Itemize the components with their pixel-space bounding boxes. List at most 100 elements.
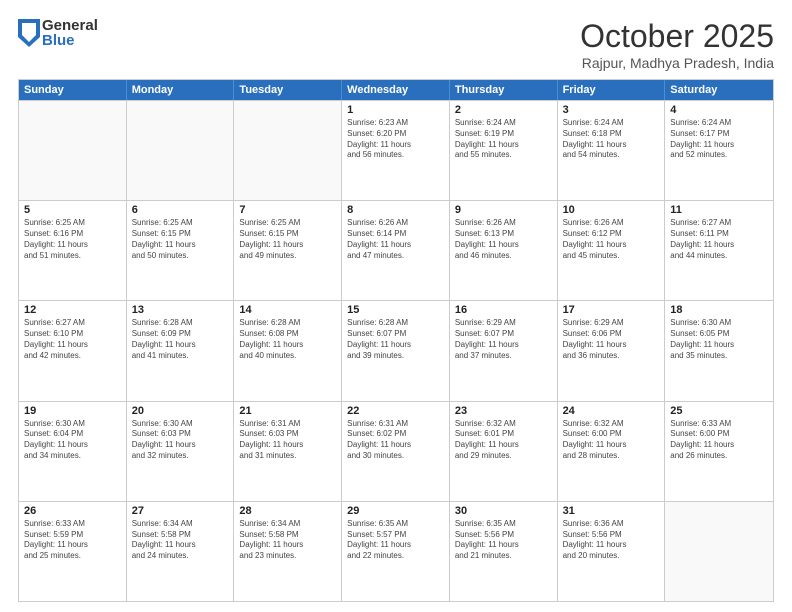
day-number: 30 <box>455 505 552 517</box>
day-number: 31 <box>563 505 660 517</box>
day-number: 8 <box>347 204 444 216</box>
calendar-cell: 26Sunrise: 6:33 AM Sunset: 5:59 PM Dayli… <box>19 502 127 601</box>
cell-info: Sunrise: 6:30 AM Sunset: 6:03 PM Dayligh… <box>132 419 229 462</box>
cell-info: Sunrise: 6:32 AM Sunset: 6:00 PM Dayligh… <box>563 419 660 462</box>
logo-blue-text: Blue <box>42 33 98 48</box>
calendar-cell: 21Sunrise: 6:31 AM Sunset: 6:03 PM Dayli… <box>234 402 342 501</box>
calendar-cell: 14 Sunrise: 6:28 AM Sunset: 6:08 PM Dayli… <box>234 301 342 400</box>
day-number: 12 <box>24 304 121 316</box>
cell-info: Sunrise: 6:36 AM Sunset: 5:56 PM Dayligh… <box>563 519 660 562</box>
day-number: 13 <box>132 304 229 316</box>
day-number: 2 <box>455 104 552 116</box>
header-day-monday: Monday <box>127 80 235 100</box>
calendar-cell: 11 Sunrise: 6:27 AM Sunset: 6:11 PM Dayli… <box>665 201 773 300</box>
cell-info: Sunrise: 6:25 AM Sunset: 6:16 PM Dayligh… <box>24 218 121 261</box>
cell-info: Sunrise: 6:25 AM Sunset: 6:15 PM Dayligh… <box>132 218 229 261</box>
cell-info: Sunrise: 6:35 AM Sunset: 5:57 PM Dayligh… <box>347 519 444 562</box>
calendar-cell: 18 Sunrise: 6:30 AM Sunset: 6:05 PM Dayli… <box>665 301 773 400</box>
calendar-cell: 3 Sunrise: 6:24 AM Sunset: 6:18 PM Daylig… <box>558 101 666 200</box>
calendar-row-4: 19Sunrise: 6:30 AM Sunset: 6:04 PM Dayli… <box>19 401 773 501</box>
calendar-cell: 22Sunrise: 6:31 AM Sunset: 6:02 PM Dayli… <box>342 402 450 501</box>
calendar-cell: 28 Sunrise: 6:34 AM Sunset: 5:58 PM Dayli… <box>234 502 342 601</box>
calendar-row-1: 1 Sunrise: 6:23 AM Sunset: 6:20 PM Daylig… <box>19 100 773 200</box>
calendar-cell: 6Sunrise: 6:25 AM Sunset: 6:15 PM Daylig… <box>127 201 235 300</box>
calendar-cell: 23 Sunrise: 6:32 AM Sunset: 6:01 PM Dayli… <box>450 402 558 501</box>
cell-info: Sunrise: 6:28 AM Sunset: 6:09 PM Dayligh… <box>132 318 229 361</box>
calendar-cell: 25 Sunrise: 6:33 AM Sunset: 6:00 PM Dayli… <box>665 402 773 501</box>
calendar-cell: 17Sunrise: 6:29 AM Sunset: 6:06 PM Dayli… <box>558 301 666 400</box>
calendar-cell: 20 Sunrise: 6:30 AM Sunset: 6:03 PM Dayli… <box>127 402 235 501</box>
calendar-cell: 5 Sunrise: 6:25 AM Sunset: 6:16 PM Daylig… <box>19 201 127 300</box>
cell-info: Sunrise: 6:24 AM Sunset: 6:19 PM Dayligh… <box>455 118 552 161</box>
page: General Blue October 2025 Rajpur, Madhya… <box>0 0 792 612</box>
logo-general-text: General <box>42 18 98 33</box>
day-number: 3 <box>563 104 660 116</box>
cell-info: Sunrise: 6:23 AM Sunset: 6:20 PM Dayligh… <box>347 118 444 161</box>
day-number: 27 <box>132 505 229 517</box>
cell-info: Sunrise: 6:29 AM Sunset: 6:07 PM Dayligh… <box>455 318 552 361</box>
header-day-saturday: Saturday <box>665 80 773 100</box>
cell-info: Sunrise: 6:35 AM Sunset: 5:56 PM Dayligh… <box>455 519 552 562</box>
calendar-cell: 19Sunrise: 6:30 AM Sunset: 6:04 PM Dayli… <box>19 402 127 501</box>
calendar-cell <box>127 101 235 200</box>
calendar-cell: 29Sunrise: 6:35 AM Sunset: 5:57 PM Dayli… <box>342 502 450 601</box>
cell-info: Sunrise: 6:26 AM Sunset: 6:14 PM Dayligh… <box>347 218 444 261</box>
cell-info: Sunrise: 6:27 AM Sunset: 6:11 PM Dayligh… <box>670 218 768 261</box>
header-day-sunday: Sunday <box>19 80 127 100</box>
calendar-cell: 15Sunrise: 6:28 AM Sunset: 6:07 PM Dayli… <box>342 301 450 400</box>
cell-info: Sunrise: 6:32 AM Sunset: 6:01 PM Dayligh… <box>455 419 552 462</box>
day-number: 10 <box>563 204 660 216</box>
day-number: 7 <box>239 204 336 216</box>
calendar-cell: 1 Sunrise: 6:23 AM Sunset: 6:20 PM Daylig… <box>342 101 450 200</box>
cell-info: Sunrise: 6:25 AM Sunset: 6:15 PM Dayligh… <box>239 218 336 261</box>
calendar-cell: 8 Sunrise: 6:26 AM Sunset: 6:14 PM Daylig… <box>342 201 450 300</box>
cell-info: Sunrise: 6:30 AM Sunset: 6:05 PM Dayligh… <box>670 318 768 361</box>
day-number: 15 <box>347 304 444 316</box>
day-number: 14 <box>239 304 336 316</box>
cell-info: Sunrise: 6:28 AM Sunset: 6:08 PM Dayligh… <box>239 318 336 361</box>
cell-info: Sunrise: 6:26 AM Sunset: 6:13 PM Dayligh… <box>455 218 552 261</box>
day-number: 11 <box>670 204 768 216</box>
cell-info: Sunrise: 6:29 AM Sunset: 6:06 PM Dayligh… <box>563 318 660 361</box>
header-day-wednesday: Wednesday <box>342 80 450 100</box>
calendar-body: 1 Sunrise: 6:23 AM Sunset: 6:20 PM Daylig… <box>19 100 773 601</box>
day-number: 4 <box>670 104 768 116</box>
location: Rajpur, Madhya Pradesh, India <box>580 55 774 71</box>
calendar-row-2: 5 Sunrise: 6:25 AM Sunset: 6:16 PM Daylig… <box>19 200 773 300</box>
cell-info: Sunrise: 6:31 AM Sunset: 6:03 PM Dayligh… <box>239 419 336 462</box>
calendar-cell: 10 Sunrise: 6:26 AM Sunset: 6:12 PM Dayli… <box>558 201 666 300</box>
calendar-cell: 4 Sunrise: 6:24 AM Sunset: 6:17 PM Daylig… <box>665 101 773 200</box>
day-number: 23 <box>455 405 552 417</box>
cell-info: Sunrise: 6:26 AM Sunset: 6:12 PM Dayligh… <box>563 218 660 261</box>
calendar-cell: 9 Sunrise: 6:26 AM Sunset: 6:13 PM Daylig… <box>450 201 558 300</box>
calendar-cell: 7 Sunrise: 6:25 AM Sunset: 6:15 PM Daylig… <box>234 201 342 300</box>
calendar-cell: 16 Sunrise: 6:29 AM Sunset: 6:07 PM Dayli… <box>450 301 558 400</box>
day-number: 20 <box>132 405 229 417</box>
cell-info: Sunrise: 6:34 AM Sunset: 5:58 PM Dayligh… <box>239 519 336 562</box>
day-number: 9 <box>455 204 552 216</box>
day-number: 1 <box>347 104 444 116</box>
cell-info: Sunrise: 6:30 AM Sunset: 6:04 PM Dayligh… <box>24 419 121 462</box>
cell-info: Sunrise: 6:24 AM Sunset: 6:17 PM Dayligh… <box>670 118 768 161</box>
cell-info: Sunrise: 6:34 AM Sunset: 5:58 PM Dayligh… <box>132 519 229 562</box>
calendar-cell: 27 Sunrise: 6:34 AM Sunset: 5:58 PM Dayli… <box>127 502 235 601</box>
calendar-cell <box>234 101 342 200</box>
day-number: 18 <box>670 304 768 316</box>
calendar-cell <box>19 101 127 200</box>
day-number: 28 <box>239 505 336 517</box>
calendar-header: SundayMondayTuesdayWednesdayThursdayFrid… <box>19 80 773 100</box>
cell-info: Sunrise: 6:33 AM Sunset: 6:00 PM Dayligh… <box>670 419 768 462</box>
calendar-cell: 24 Sunrise: 6:32 AM Sunset: 6:00 PM Dayli… <box>558 402 666 501</box>
cell-info: Sunrise: 6:24 AM Sunset: 6:18 PM Dayligh… <box>563 118 660 161</box>
header-day-tuesday: Tuesday <box>234 80 342 100</box>
logo-icon <box>18 19 40 47</box>
calendar-cell <box>665 502 773 601</box>
title-block: October 2025 Rajpur, Madhya Pradesh, Ind… <box>580 18 774 71</box>
logo: General Blue <box>18 18 98 48</box>
day-number: 5 <box>24 204 121 216</box>
calendar-cell: 30 Sunrise: 6:35 AM Sunset: 5:56 PM Dayli… <box>450 502 558 601</box>
day-number: 16 <box>455 304 552 316</box>
day-number: 25 <box>670 405 768 417</box>
day-number: 24 <box>563 405 660 417</box>
day-number: 26 <box>24 505 121 517</box>
